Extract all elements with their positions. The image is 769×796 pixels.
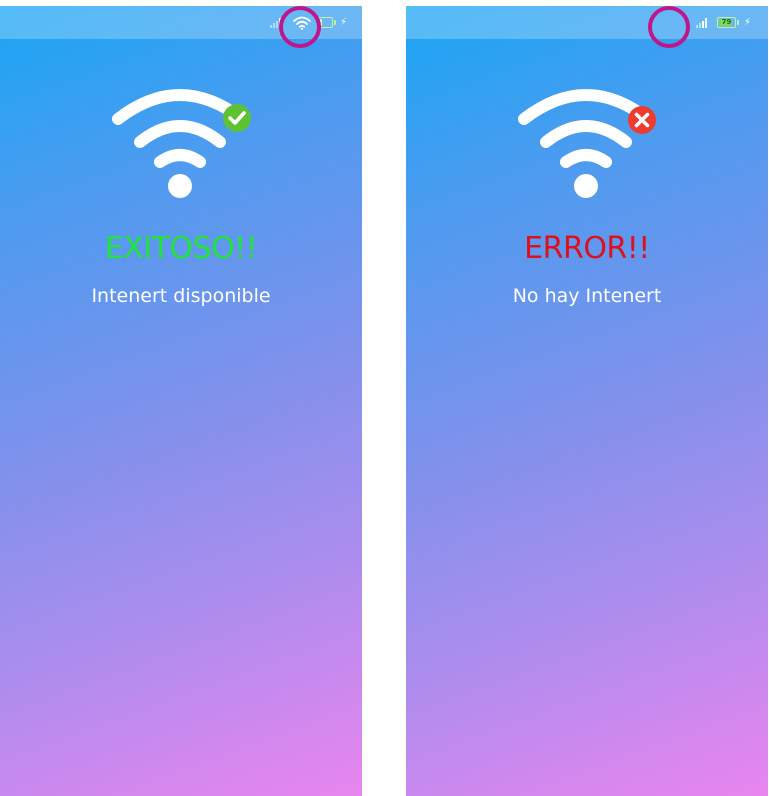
status-icons: 79 ⚡ — [696, 6, 751, 39]
wifi-large-icon — [112, 89, 251, 198]
cellular-signal-icon — [696, 17, 707, 28]
wifi-status-illustration — [406, 86, 768, 206]
wifi-status-illustration — [0, 86, 362, 206]
wifi-large-icon — [518, 89, 656, 198]
error-badge — [628, 106, 656, 134]
success-screen: ⚡ EXITOSO!! Intenert disponible — [0, 6, 362, 796]
charging-bolt-icon: ⚡ — [744, 16, 752, 28]
error-screen: 79 ⚡ ERROR!! No hay Intenert — [406, 6, 768, 796]
highlight-ring — [279, 6, 321, 48]
battery-level: 79 — [721, 18, 732, 26]
status-subtitle: No hay Intenert — [512, 285, 662, 307]
status-subtitle: Intenert disponible — [91, 285, 271, 307]
highlight-ring — [648, 6, 690, 48]
success-badge — [223, 104, 251, 132]
status-title: ERROR!! — [524, 231, 650, 266]
charging-bolt-icon: ⚡ — [340, 16, 348, 28]
status-bar: 79 ⚡ — [406, 6, 768, 39]
status-title: EXITOSO!! — [104, 231, 258, 266]
battery-icon: 79 — [717, 17, 739, 28]
